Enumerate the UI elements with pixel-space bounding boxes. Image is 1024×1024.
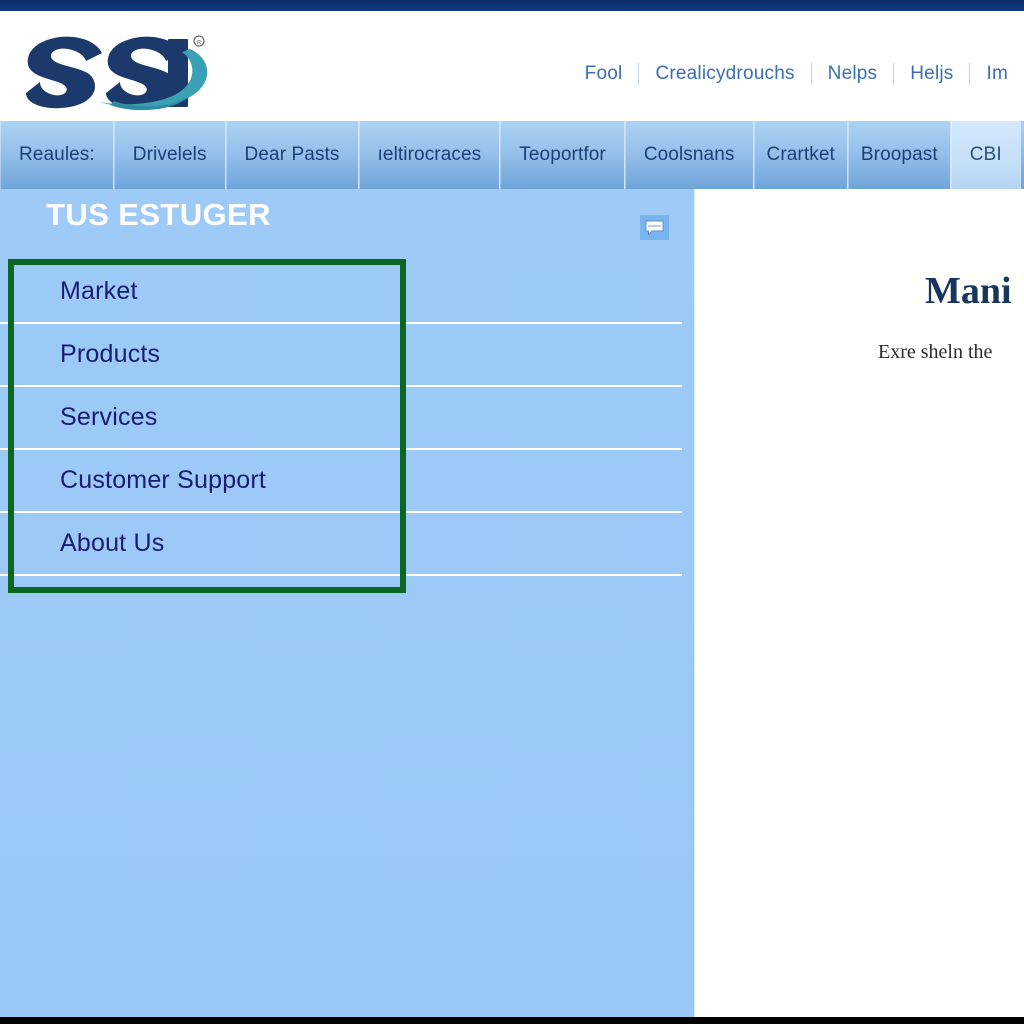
header-link-1[interactable]: Crealicydrouchs [639,63,810,85]
sidebar-item-market[interactable]: Market [0,261,682,324]
primary-navigation: Reaules: Drivelels Dear Pasts ıeltirocra… [0,121,1024,189]
content-heading: Mani [925,270,1012,312]
ssi-logo[interactable]: R [18,31,218,111]
bottom-accent-bar [0,1017,1024,1024]
nav-tab-0[interactable]: Reaules: [0,121,114,189]
sidebar-item-products[interactable]: Products [0,324,682,387]
svg-text:R: R [197,41,202,47]
main-content-panel: Mani Exre sheln the [694,189,1024,1017]
nav-tab-6[interactable]: Crartket [753,121,848,189]
nav-tab-4[interactable]: Teoportfor [500,121,625,189]
sidebar-item-services[interactable]: Services [0,387,682,450]
nav-tab-2[interactable]: Dear Pasts [225,121,359,189]
sidebar-item-label: Customer Support [60,466,267,494]
header-link-3[interactable]: Heljs [894,63,969,85]
sidebar-item-label: Market [60,277,138,305]
sidebar-item-label: About Us [60,529,165,557]
chat-bubble-icon [645,220,664,236]
nav-tab-1[interactable]: Drivelels [113,121,226,189]
page-root: R Fool Crealicydrouchs Nelps Heljs Im Re… [0,0,1024,1024]
sidebar-menu-list: Market Products Services Customer Suppor… [0,261,682,576]
nav-tab-5[interactable]: Coolsnans [624,121,754,189]
nav-tab-7[interactable]: Broopast [847,121,951,189]
header-utility-links: Fool Crealicydrouchs Nelps Heljs Im [569,63,1024,85]
nav-tab-8[interactable]: CBI [950,121,1021,189]
sidebar-item-label: Services [60,403,158,431]
site-header: R Fool Crealicydrouchs Nelps Heljs Im [0,11,1024,122]
sidebar-item-customer-support[interactable]: Customer Support [0,450,682,513]
sidebar-title: TUS ESTUGER [46,197,271,232]
chat-bubble-button[interactable] [640,215,669,240]
left-sidebar-panel: TUS ESTUGER Market Products Services Cus… [0,189,694,1017]
header-link-4[interactable]: Im [970,63,1024,85]
nav-tab-3[interactable]: ıeltirocraces [358,121,501,189]
top-accent-bar [0,0,1024,11]
sidebar-header: TUS ESTUGER [0,189,694,255]
header-link-0[interactable]: Fool [569,63,639,85]
content-subtext: Exre sheln the [878,341,993,363]
header-link-2[interactable]: Nelps [812,63,894,85]
sidebar-item-label: Products [60,340,161,368]
ssi-logo-icon: R [26,35,208,111]
sidebar-item-about-us[interactable]: About Us [0,513,682,576]
